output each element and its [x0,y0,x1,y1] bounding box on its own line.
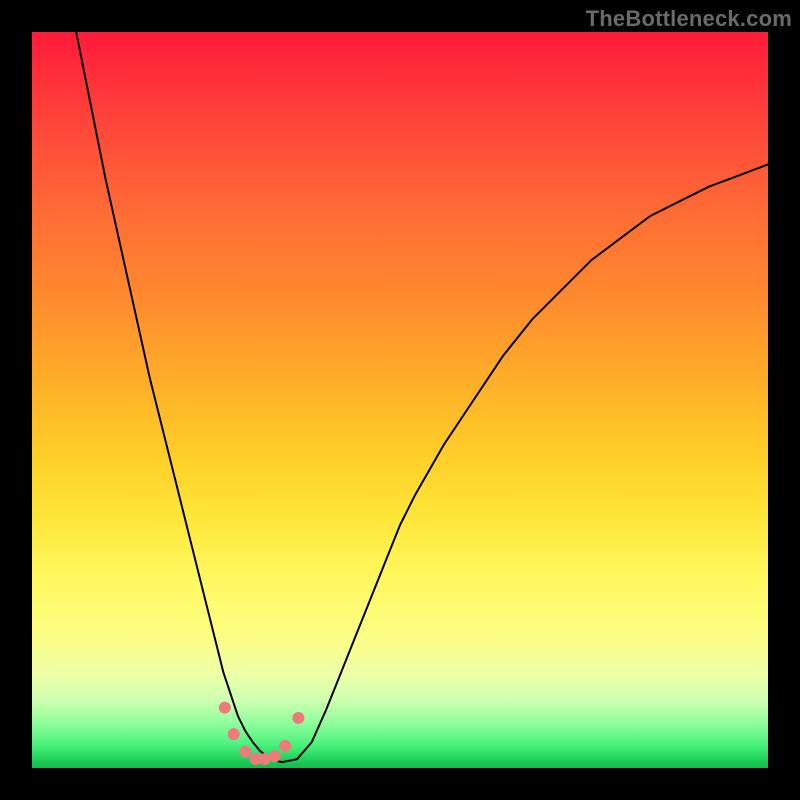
bottom-cluster-markers [219,702,305,766]
plot-area [32,32,768,768]
marker-dot [219,702,231,714]
marker-dot [259,753,271,765]
chart-svg [32,32,768,768]
chart-frame: TheBottleneck.com [0,0,800,800]
marker-dot [279,740,291,752]
marker-dot [269,750,281,762]
marker-dot [239,746,251,758]
marker-dot [228,728,240,740]
bottleneck-curve [76,32,768,762]
marker-dot [292,712,304,724]
watermark-text: TheBottleneck.com [586,6,792,32]
